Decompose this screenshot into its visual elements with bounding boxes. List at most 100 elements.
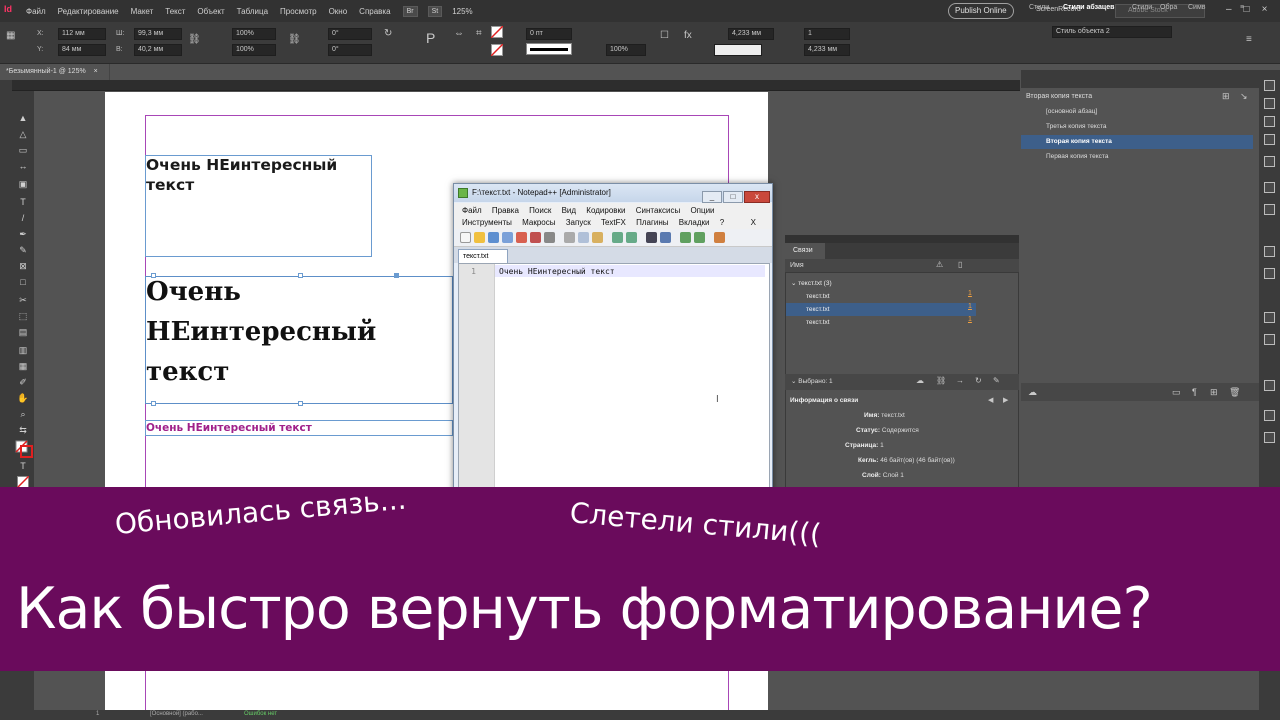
np-menu-run[interactable]: Запуск bbox=[566, 218, 591, 227]
new-style-icon[interactable]: ⊞ bbox=[1210, 387, 1218, 398]
content-collector-icon[interactable]: ▣ bbox=[16, 178, 30, 190]
np-menu-tools[interactable]: Инструменты bbox=[462, 218, 512, 227]
style-item-basic[interactable]: [основной абзац] bbox=[1021, 105, 1253, 119]
bridge-button[interactable]: Br bbox=[402, 5, 418, 17]
gradient-feather-tool-icon[interactable]: ▥ bbox=[16, 344, 30, 356]
np-menu-view[interactable]: Вид bbox=[562, 206, 576, 215]
paragraph-icon[interactable]: P bbox=[426, 30, 435, 46]
stock-button[interactable]: St bbox=[427, 5, 443, 17]
x-field[interactable]: 112 мм bbox=[58, 28, 106, 40]
scale-y-field[interactable]: 100% bbox=[232, 44, 276, 56]
zoom-select[interactable]: 125% bbox=[452, 7, 472, 16]
menu-table[interactable]: Таблица bbox=[237, 7, 268, 16]
new-style-group-icon[interactable]: ⊞ bbox=[1222, 91, 1230, 102]
fill-stroke-icon[interactable] bbox=[15, 440, 33, 458]
height-field[interactable]: 40,2 мм bbox=[134, 44, 182, 56]
menu-layout[interactable]: Макет bbox=[131, 7, 154, 16]
relink-icon[interactable]: ⛓ bbox=[936, 376, 946, 385]
gradient-panel-icon[interactable] bbox=[1264, 204, 1275, 215]
delete-style-icon[interactable]: 🗑 bbox=[1229, 387, 1240, 398]
links-column-name[interactable]: Имя bbox=[785, 259, 1019, 273]
save-icon[interactable] bbox=[488, 232, 499, 243]
selection-tool-icon[interactable]: ▲ bbox=[16, 112, 30, 124]
pencil-tool-icon[interactable]: ✎ bbox=[16, 244, 30, 256]
style-options-icon[interactable]: ↘ bbox=[1240, 91, 1248, 102]
page-number[interactable]: 1 bbox=[96, 711, 99, 717]
type-tool-icon[interactable]: T bbox=[16, 196, 30, 208]
sync-scroll-icon[interactable] bbox=[714, 232, 725, 243]
rectangle-tool-icon[interactable]: □ bbox=[16, 276, 30, 288]
tab-paragraph-styles[interactable]: Стили абзацев bbox=[1063, 4, 1114, 11]
object-style-select[interactable]: Стиль объекта 2 bbox=[1052, 26, 1172, 38]
formatting-affects-text-icon[interactable]: T bbox=[16, 460, 30, 472]
menu-file[interactable]: Файл bbox=[26, 7, 46, 16]
notepad-editor[interactable]: 1 Очень НЕинтересный текст I bbox=[458, 263, 770, 491]
reference-point-icon[interactable]: ▦ bbox=[6, 30, 15, 41]
menu-edit[interactable]: Редактирование bbox=[58, 7, 119, 16]
np-menu-plugins[interactable]: Плагины bbox=[636, 218, 668, 227]
zoom-out-icon[interactable] bbox=[694, 232, 705, 243]
gradient-tool-icon[interactable]: ▤ bbox=[16, 326, 30, 338]
free-transform-tool-icon[interactable]: ⬚ bbox=[16, 310, 30, 322]
cloud-library-icon[interactable]: ☁ bbox=[1028, 387, 1037, 398]
editor-line-1[interactable]: Очень НЕинтересный текст bbox=[499, 267, 615, 276]
cut-icon[interactable] bbox=[564, 232, 575, 243]
link-page-2[interactable]: 1 bbox=[968, 303, 972, 310]
swatches-panel-icon[interactable] bbox=[1264, 156, 1275, 167]
link-group-row[interactable]: ⌄ текст.txt (3) bbox=[786, 277, 976, 290]
eyedropper-tool-icon[interactable]: ✐ bbox=[16, 376, 30, 388]
large-text[interactable]: Очень НЕинтересный текст bbox=[146, 272, 446, 392]
links-panel-header[interactable] bbox=[785, 235, 1019, 243]
offset-preview-field[interactable] bbox=[714, 44, 762, 56]
link-page-1[interactable]: 1 bbox=[968, 290, 972, 297]
scissors-tool-icon[interactable]: ✂ bbox=[16, 294, 30, 306]
pathfinder-icon[interactable] bbox=[1264, 312, 1275, 323]
style-item-second-copy[interactable]: Вторая копия текста bbox=[1021, 135, 1253, 149]
window-controls[interactable]: –□× bbox=[1226, 4, 1279, 15]
columns-field[interactable]: 1 bbox=[804, 28, 850, 40]
rectangle-frame-tool-icon[interactable]: ⊠ bbox=[16, 260, 30, 272]
print-icon[interactable] bbox=[544, 232, 555, 243]
close-tab-icon[interactable]: × bbox=[94, 68, 98, 75]
preflight-profile[interactable]: [Основной] (рабо... bbox=[150, 711, 203, 717]
select-container-icon[interactable]: ⌗ bbox=[476, 28, 482, 39]
layers-panel-icon[interactable] bbox=[1264, 98, 1275, 109]
link-info-header[interactable]: Информация о связи bbox=[785, 394, 1019, 408]
shear-field[interactable]: 0° bbox=[328, 44, 372, 56]
note-tool-icon[interactable]: ▦ bbox=[16, 360, 30, 372]
color-panel-icon[interactable] bbox=[1264, 182, 1275, 193]
links-panel-icon[interactable] bbox=[1264, 116, 1275, 127]
preflight-status[interactable]: Ошибок нет bbox=[244, 711, 277, 717]
horizontal-ruler[interactable] bbox=[12, 80, 1020, 91]
menu-view[interactable]: Просмотр bbox=[280, 7, 317, 16]
edit-original-icon[interactable]: ✎ bbox=[993, 376, 1000, 385]
go-to-link-icon[interactable]: → bbox=[956, 376, 964, 385]
link-scale-icon[interactable]: ⛓ bbox=[288, 34, 301, 45]
constrain-proportions-icon[interactable]: ⛓ bbox=[188, 34, 201, 45]
np-menu-window[interactable]: Вкладки bbox=[679, 218, 710, 227]
copy-icon[interactable] bbox=[578, 232, 589, 243]
close-file-icon[interactable] bbox=[516, 232, 527, 243]
next-link-icon[interactable]: ▶ bbox=[1003, 396, 1008, 404]
page-tool-icon[interactable]: ▭ bbox=[16, 144, 30, 156]
np-menu-settings[interactable]: Опции bbox=[690, 206, 714, 215]
status-warning-icon[interactable]: ⚠ bbox=[936, 260, 943, 269]
np-menu-textfx[interactable]: TextFX bbox=[601, 218, 626, 227]
open-file-icon[interactable] bbox=[474, 232, 485, 243]
style-item-third-copy[interactable]: Третья копия текста bbox=[1021, 120, 1253, 134]
stroke-type-select[interactable] bbox=[526, 43, 572, 55]
pages-panel-icon[interactable] bbox=[1264, 80, 1275, 91]
np-menu-encoding[interactable]: Кодировки bbox=[586, 206, 625, 215]
menu-type[interactable]: Текст bbox=[165, 7, 185, 16]
hand-tool-icon[interactable]: ✋ bbox=[16, 392, 30, 404]
maximize-button[interactable]: □ bbox=[723, 191, 743, 203]
stroke-weight-field[interactable]: 0 пт bbox=[526, 28, 572, 40]
pink-text[interactable]: Очень НЕинтересный текст bbox=[146, 422, 312, 434]
small-text[interactable]: Очень НЕинтересный текст bbox=[146, 155, 371, 195]
cloud-link-icon[interactable]: ☁ bbox=[916, 376, 924, 385]
direct-selection-tool-icon[interactable]: △ bbox=[16, 128, 30, 140]
np-menu-file[interactable]: Файл bbox=[462, 206, 482, 215]
replace-icon[interactable] bbox=[660, 232, 671, 243]
redo-icon[interactable] bbox=[626, 232, 637, 243]
paragraph-panel-icon[interactable] bbox=[1264, 410, 1275, 421]
